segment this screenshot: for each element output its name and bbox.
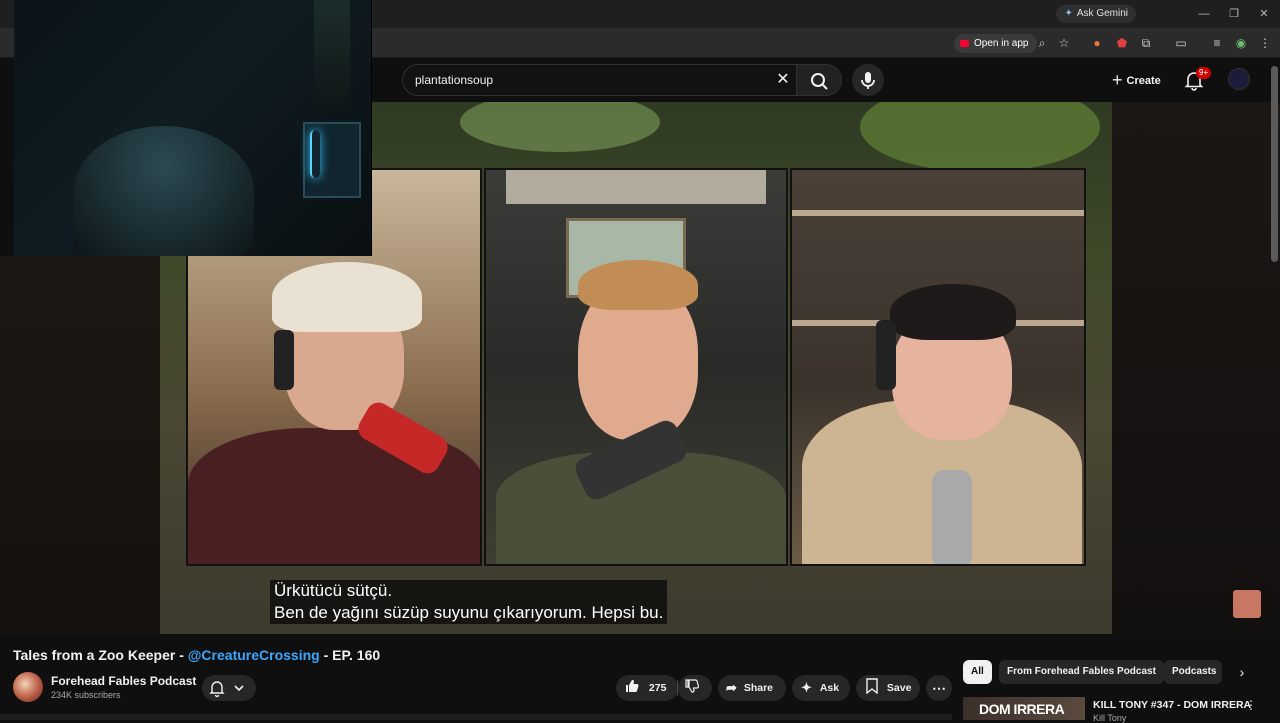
extension-shield-icon[interactable]: ⬟ xyxy=(1113,34,1131,52)
account-avatar[interactable] xyxy=(1228,68,1250,90)
neon-light xyxy=(310,130,320,178)
recommended-channel[interactable]: Kill Tony xyxy=(1093,713,1126,723)
like-button[interactable]: 275 xyxy=(616,675,678,701)
search-button[interactable] xyxy=(796,64,842,96)
caption-box: Ürkütücü sütçü. Ben de yağını süzüp suyu… xyxy=(270,580,668,624)
ask-gemini-button[interactable]: ✦ Ask Gemini xyxy=(1056,5,1136,23)
more-actions-button[interactable]: ⋯ xyxy=(926,675,952,701)
thumbs-up-icon xyxy=(626,679,639,692)
open-in-app-button[interactable]: Open in app xyxy=(954,34,1037,53)
clear-search-icon[interactable]: ✕ xyxy=(774,71,792,89)
extensions-puzzle-icon[interactable]: ⧉ xyxy=(1137,34,1155,52)
more-vertical-icon[interactable]: ⋮ xyxy=(1244,698,1258,714)
channel-watermark[interactable] xyxy=(1233,590,1261,618)
share-label: Share xyxy=(743,682,774,694)
extension-fox-icon[interactable]: ● xyxy=(1088,34,1106,52)
more-horizontal-icon: ⋯ xyxy=(932,680,946,696)
gemini-icon: ✦ xyxy=(1064,8,1073,19)
caption-line-2: Ben de yağını süzüp suyunu çıkarıyorum. … xyxy=(274,603,664,622)
foliage xyxy=(860,102,1100,172)
cast-icon[interactable]: ▭ xyxy=(1172,34,1190,52)
dinosaur-skulls xyxy=(506,170,766,204)
lamp xyxy=(314,0,350,110)
caption-line-1: Ürkütücü sütçü. xyxy=(274,581,393,600)
cap xyxy=(272,262,422,332)
sparkle-icon: ✦ xyxy=(801,680,812,695)
chevron-right-icon[interactable]: › xyxy=(1232,662,1252,682)
reading-list-icon[interactable]: ≡ xyxy=(1208,34,1226,52)
dislike-button[interactable] xyxy=(678,675,712,701)
search-input[interactable]: plantationsoup ✕ xyxy=(402,64,796,96)
open-in-app-label: Open in app xyxy=(974,38,1029,49)
share-icon: ➦ xyxy=(726,680,737,695)
restore-icon[interactable]: ❐ xyxy=(1224,6,1244,22)
notification-badge: 9+ xyxy=(1196,67,1212,79)
create-button[interactable]: + Create xyxy=(1104,66,1169,94)
microphone xyxy=(932,470,972,564)
guest-panel-right xyxy=(790,168,1086,566)
shelf xyxy=(792,210,1084,216)
bookmark-icon xyxy=(866,678,878,695)
close-window-icon[interactable]: ✕ xyxy=(1254,6,1274,22)
youtube-icon xyxy=(960,39,969,47)
search-query[interactable]: plantationsoup xyxy=(415,73,493,87)
page-scrollbar[interactable] xyxy=(1271,66,1278,262)
channel-name[interactable]: Forehead Fables Podcast xyxy=(51,674,196,688)
chip-all[interactable]: All xyxy=(963,660,992,684)
ambient-right xyxy=(1112,102,1280,634)
like-count: 275 xyxy=(648,682,667,694)
host-panel-center xyxy=(484,168,788,566)
plus-icon: + xyxy=(1112,70,1123,90)
ask-gemini-label: Ask Gemini xyxy=(1076,8,1128,19)
search-icon xyxy=(811,73,828,90)
share-button[interactable]: ➦ Share xyxy=(718,675,786,701)
zoom-icon[interactable]: ⌕ xyxy=(1033,34,1051,52)
channel-avatar[interactable] xyxy=(13,672,43,702)
title-part-1: Tales from a Zoo Keeper - xyxy=(13,647,188,663)
headphone xyxy=(274,330,294,390)
recommended-title[interactable]: KILL TONY #347 - DOM IRRERA xyxy=(1093,699,1251,711)
ambient-left xyxy=(0,256,160,634)
hair xyxy=(578,260,698,310)
thumbs-down-icon xyxy=(685,679,700,693)
title-mention-link[interactable]: @CreatureCrossing xyxy=(188,647,320,663)
save-button[interactable]: Save xyxy=(856,675,920,701)
save-label: Save xyxy=(886,682,912,694)
chip-from-channel[interactable]: From Forehead Fables Podcast xyxy=(999,660,1164,684)
video-title: Tales from a Zoo Keeper - @CreatureCross… xyxy=(13,647,380,663)
headphone xyxy=(876,320,896,390)
recommended-thumbnail[interactable]: DOM IRRERA xyxy=(963,697,1085,720)
profile-icon[interactable]: ◉ xyxy=(1232,34,1250,52)
voice-search-button[interactable] xyxy=(852,64,884,96)
subscription-bell-button[interactable] xyxy=(202,675,256,701)
minimize-icon[interactable]: — xyxy=(1194,6,1214,22)
webcam-overlay xyxy=(14,0,372,256)
subscriber-count: 234K subscribers xyxy=(51,690,121,700)
title-part-2: - EP. 160 xyxy=(319,647,381,663)
create-label: Create xyxy=(1126,75,1161,87)
foliage xyxy=(460,102,660,152)
webcam-person xyxy=(74,126,254,256)
bell-icon xyxy=(209,681,244,698)
chip-podcasts[interactable]: Podcasts xyxy=(1164,660,1222,684)
ask-button[interactable]: ✦ Ask xyxy=(792,675,850,701)
description-box-edge xyxy=(0,714,952,720)
hair xyxy=(890,284,1016,340)
bookmark-star-icon[interactable]: ☆ xyxy=(1055,34,1073,52)
ask-label: Ask xyxy=(819,682,840,694)
microphone-icon xyxy=(861,72,875,89)
browser-menu-icon[interactable]: ⋮ xyxy=(1256,34,1274,52)
